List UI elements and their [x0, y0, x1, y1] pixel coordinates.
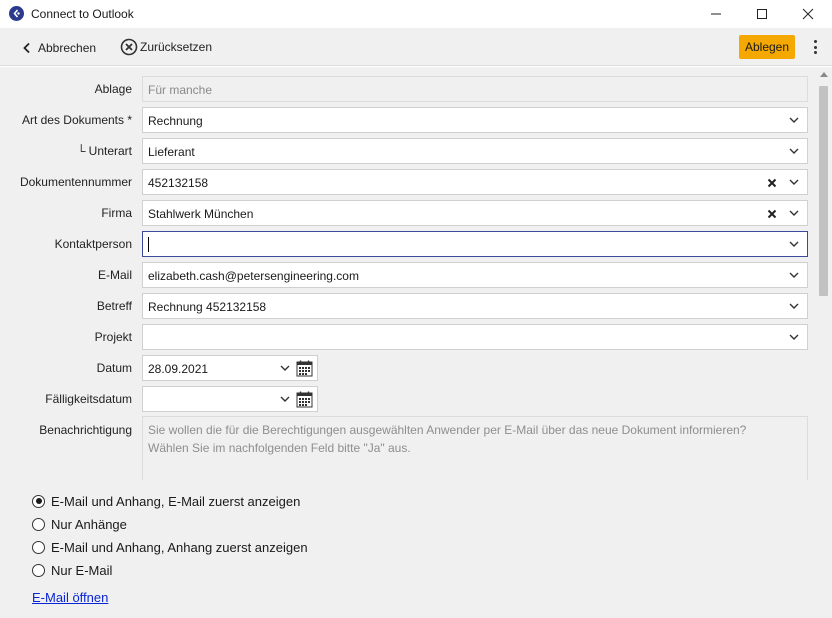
reset-label: Zurücksetzen	[140, 40, 213, 54]
app-logo-icon	[9, 6, 24, 21]
chevron-down-icon	[789, 241, 799, 247]
maximize-button[interactable]	[739, 0, 785, 28]
art-dropdown[interactable]: Rechnung	[142, 107, 808, 133]
projekt-dropdown[interactable]	[142, 324, 808, 350]
form-panel: Ablage Für manche Art des Dokuments * Re…	[0, 67, 816, 480]
faelligkeit-picker[interactable]	[142, 386, 318, 412]
kontaktperson-input[interactable]	[142, 231, 808, 257]
option-label: Nur Anhänge	[51, 516, 127, 532]
betreff-value: Rechnung 452132158	[148, 300, 267, 314]
chevron-down-icon	[789, 272, 799, 278]
minimize-icon	[711, 13, 721, 15]
benachrichtigung-textbox: Sie wollen die für die Berechtigungen au…	[142, 416, 808, 480]
calendar-icon[interactable]	[296, 391, 313, 408]
chevron-down-icon	[789, 210, 799, 216]
chevron-down-icon	[789, 179, 799, 185]
scroll-up-icon[interactable]	[820, 72, 828, 77]
more-options-icon[interactable]	[811, 40, 819, 56]
close-window-button[interactable]	[785, 0, 831, 28]
firma-row: Firma Stahlwerk München	[0, 200, 816, 226]
clear-icon[interactable]	[767, 178, 777, 188]
art-row: Art des Dokuments * Rechnung	[0, 107, 816, 133]
ablage-row: Ablage Für manche	[0, 76, 816, 102]
minimize-button[interactable]	[693, 0, 739, 28]
datum-value: 28.09.2021	[148, 362, 209, 376]
scrollbar-thumb[interactable]	[819, 86, 828, 296]
betreff-dropdown[interactable]: Rechnung 452132158	[142, 293, 808, 319]
dokumentennummer-row: Dokumentennummer 452132158	[0, 169, 816, 195]
faelligkeit-row: Fälligkeitsdatum	[0, 386, 816, 412]
open-options-panel: E-Mail und Anhang, E-Mail zuerst anzeige…	[0, 480, 832, 618]
kontaktperson-row: Kontaktperson	[0, 231, 816, 257]
option-email-and-attachment-attachment-first[interactable]: E-Mail und Anhang, Anhang zuerst anzeige…	[32, 539, 308, 555]
email-value: elizabeth.cash@petersengineering.com	[148, 269, 359, 283]
chevron-down-icon	[280, 365, 290, 371]
projekt-row: Projekt	[0, 324, 816, 350]
betreff-row: Betreff Rechnung 452132158	[0, 293, 816, 319]
firma-dropdown[interactable]: Stahlwerk München	[142, 200, 808, 226]
benachrichtigung-label: Benachrichtigung	[39, 423, 132, 437]
unterart-label: └ Unterart	[76, 144, 132, 158]
ablage-field: Für manche	[142, 76, 808, 102]
radio-checked[interactable]	[32, 494, 45, 508]
firma-value: Stahlwerk München	[148, 207, 254, 221]
chevron-down-icon	[789, 334, 799, 340]
ablage-label: Ablage	[94, 82, 132, 96]
email-label: E-Mail	[97, 268, 132, 282]
datum-label: Datum	[96, 361, 132, 375]
maximize-icon	[757, 9, 767, 19]
chevron-down-icon	[789, 117, 799, 123]
cancel-label: Abbrechen	[38, 41, 97, 55]
option-label: E-Mail und Anhang, Anhang zuerst anzeige…	[51, 539, 308, 555]
benachrichtigung-line-2: Wählen Sie im nachfolgenden Feld bitte "…	[148, 441, 411, 455]
projekt-label: Projekt	[94, 330, 132, 344]
chevron-left-icon	[23, 42, 30, 54]
option-email-and-attachment-email-first[interactable]: E-Mail und Anhang, E-Mail zuerst anzeige…	[32, 493, 300, 509]
title-bar: Connect to Outlook	[0, 0, 832, 28]
dokumentennummer-dropdown[interactable]: 452132158	[142, 169, 808, 195]
datum-row: Datum 28.09.2021	[0, 355, 816, 381]
radio-unchecked[interactable]	[32, 563, 45, 577]
option-email-only[interactable]: Nur E-Mail	[32, 562, 112, 578]
email-row: E-Mail elizabeth.cash@petersengineering.…	[0, 262, 816, 288]
close-icon	[802, 8, 814, 20]
toolbar: Abbrechen Zurücksetzen Ablegen	[0, 28, 832, 66]
option-label: E-Mail und Anhang, E-Mail zuerst anzeige…	[51, 493, 301, 509]
cancel-button[interactable]: Abbrechen	[22, 39, 96, 57]
email-dropdown[interactable]: elizabeth.cash@petersengineering.com	[142, 262, 808, 288]
chevron-down-icon	[280, 396, 290, 402]
radio-unchecked[interactable]	[32, 540, 45, 554]
dokumentennummer-value: 452132158	[148, 176, 209, 190]
faelligkeit-label: Fälligkeitsdatum	[45, 392, 132, 406]
ablage-placeholder: Für manche	[148, 83, 213, 97]
betreff-label: Betreff	[96, 299, 132, 313]
radio-unchecked[interactable]	[32, 517, 45, 531]
art-label: Art des Dokuments *	[21, 113, 132, 127]
unterart-dropdown[interactable]: Lieferant	[142, 138, 808, 164]
datum-picker[interactable]: 28.09.2021	[142, 355, 318, 381]
dokumentennummer-label: Dokumentennummer	[19, 175, 132, 189]
reset-button[interactable]: Zurücksetzen	[120, 38, 212, 56]
option-label: Nur E-Mail	[51, 562, 113, 578]
unterart-row: └ Unterart Lieferant	[0, 138, 816, 164]
kontaktperson-label: Kontaktperson	[54, 237, 132, 251]
option-attachments-only[interactable]: Nur Anhänge	[32, 516, 127, 532]
window-title: Connect to Outlook	[31, 7, 134, 21]
art-value: Rechnung	[148, 114, 203, 128]
chevron-down-icon	[789, 303, 799, 309]
firma-label: Firma	[101, 206, 132, 220]
open-email-link[interactable]: E-Mail öffnen	[32, 590, 108, 605]
benachrichtigung-line-1: Sie wollen die für die Berechtigungen au…	[148, 423, 747, 437]
file-document-button[interactable]: Ablegen	[739, 35, 795, 59]
form-scrollbar[interactable]	[816, 67, 832, 480]
text-cursor	[148, 237, 149, 252]
reset-circle-x-icon	[120, 38, 138, 56]
calendar-icon[interactable]	[296, 360, 313, 377]
chevron-down-icon	[789, 148, 799, 154]
clear-icon[interactable]	[767, 209, 777, 219]
unterart-value: Lieferant	[148, 145, 195, 159]
